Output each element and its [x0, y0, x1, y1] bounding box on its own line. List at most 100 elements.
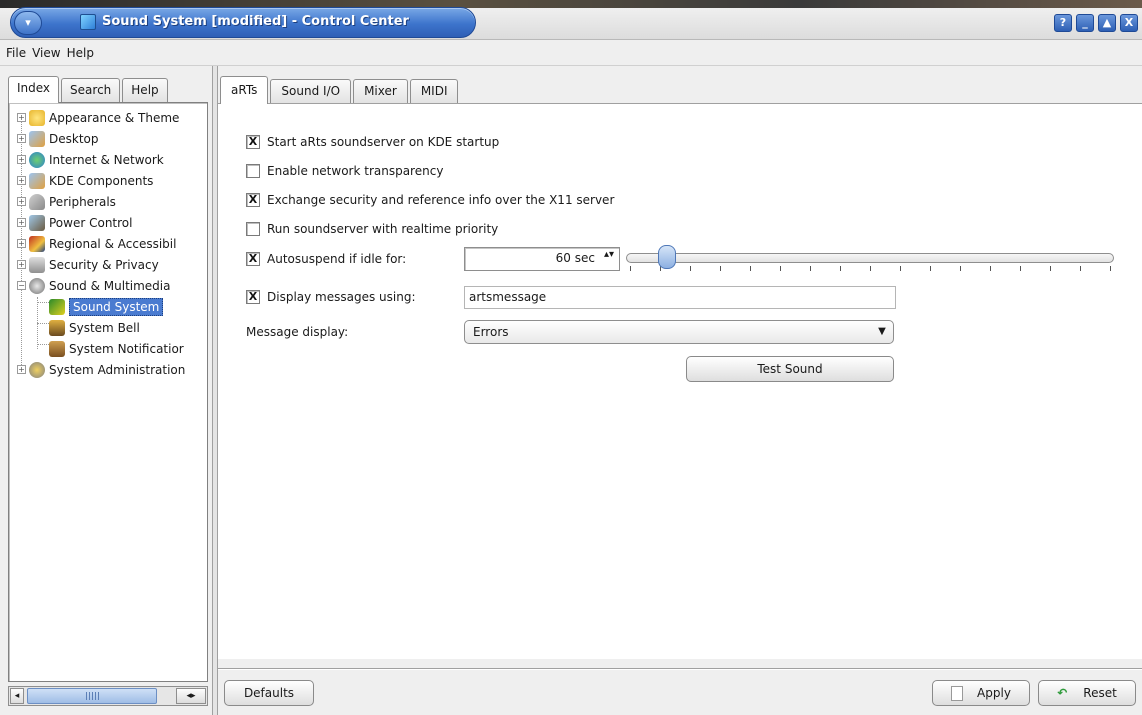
tab-index[interactable]: Index — [8, 76, 60, 103]
message-program-input[interactable]: artsmessage — [464, 286, 896, 309]
start-arts-checkbox[interactable]: X — [246, 135, 260, 149]
tab-help[interactable]: Help — [122, 78, 168, 102]
expand-icon[interactable]: + — [17, 239, 26, 248]
slider-tick — [1110, 266, 1111, 271]
autosuspend-label: Autosuspend if idle for: — [267, 252, 407, 266]
tree-item-peripherals[interactable]: + Peripherals — [17, 191, 207, 212]
module-tabs: aRTs Sound I/O Mixer MIDI — [220, 76, 460, 104]
test-sound-button[interactable]: Test Sound — [686, 356, 894, 382]
exchange-security-label: Exchange security and reference info ove… — [267, 193, 615, 207]
power-icon — [29, 214, 45, 231]
notification-icon — [49, 340, 65, 357]
expand-icon[interactable]: + — [17, 155, 26, 164]
tab-midi[interactable]: MIDI — [409, 79, 459, 103]
message-display-label: Message display: — [246, 325, 349, 339]
autosuspend-value: 60 sec — [555, 251, 595, 265]
scroll-left-button[interactable]: ◂ — [10, 688, 24, 704]
realtime-checkbox[interactable] — [246, 222, 260, 236]
tree-item-label: Appearance & Theme — [49, 110, 180, 125]
window-menu-button[interactable]: ▾ — [14, 11, 42, 35]
option-display-messages[interactable]: X Display messages using: — [246, 288, 416, 306]
appearance-icon — [29, 109, 45, 126]
option-start-arts[interactable]: X Start aRts soundserver on KDE startup — [246, 133, 499, 151]
slider-ticks — [630, 266, 1111, 271]
window-buttons: ? _ ▲ X — [1054, 14, 1138, 34]
expand-icon[interactable]: + — [17, 218, 26, 227]
apply-button[interactable]: Apply — [932, 680, 1030, 706]
expand-icon[interactable]: + — [17, 365, 26, 374]
navigation-tabs: Index Search Help — [8, 76, 170, 103]
option-network-transparency[interactable]: Enable network transparency — [246, 162, 443, 180]
expand-icon[interactable]: + — [17, 134, 26, 143]
help-button[interactable]: ? — [1054, 14, 1072, 32]
scroll-right-button[interactable]: ◂▸ — [176, 688, 206, 704]
tree-item-appearance[interactable]: + Appearance & Theme — [17, 107, 207, 128]
tab-sound-io[interactable]: Sound I/O — [270, 79, 352, 103]
slider-tick — [750, 266, 751, 271]
tree-item-label: Security & Privacy — [49, 257, 159, 272]
defaults-button[interactable]: Defaults — [224, 680, 314, 706]
tab-mixer[interactable]: Mixer — [353, 79, 408, 103]
display-messages-checkbox[interactable]: X — [246, 290, 260, 304]
tree-item-power-control[interactable]: + Power Control — [17, 212, 207, 233]
title-bar: ▾ Sound System [modified] - Control Cent… — [0, 0, 1142, 40]
horizontal-scrollbar[interactable]: ◂ ◂▸ — [8, 686, 208, 706]
realtime-label: Run soundserver with realtime priority — [267, 222, 499, 236]
grip-icon — [86, 692, 100, 700]
speaker-icon — [29, 277, 45, 294]
reset-label: Reset — [1083, 686, 1117, 700]
menu-view[interactable]: View — [32, 46, 66, 60]
close-button[interactable]: X — [1120, 14, 1138, 32]
tree-item-sound-multimedia[interactable]: − Sound & Multimedia — [17, 275, 207, 296]
tree-item-system-administration[interactable]: + System Administration — [17, 359, 207, 380]
tree-item-security-privacy[interactable]: + Security & Privacy — [17, 254, 207, 275]
tree-item-system-bell[interactable]: System Bell — [49, 317, 207, 338]
navigation-panel: Index Search Help + Appearance & Theme +… — [0, 66, 214, 715]
undo-icon: ↶ — [1057, 686, 1068, 700]
slider-tick — [1080, 266, 1081, 271]
module-tree[interactable]: + Appearance & Theme + Desktop + Interne… — [8, 102, 208, 682]
menu-help[interactable]: Help — [67, 46, 100, 60]
tree-item-desktop[interactable]: + Desktop — [17, 128, 207, 149]
message-display-value: Errors — [473, 325, 509, 339]
minimize-button[interactable]: _ — [1076, 14, 1094, 32]
expand-icon[interactable]: + — [17, 197, 26, 206]
tree-item-regional-accessibility[interactable]: + Regional & Accessibil — [17, 233, 207, 254]
module-panel: aRTs Sound I/O Mixer MIDI X Start aRts s… — [218, 66, 1142, 715]
message-display-select[interactable]: Errors ▼ — [464, 320, 894, 344]
tree-item-sound-system[interactable]: Sound System — [49, 296, 207, 317]
maximize-button[interactable]: ▲ — [1098, 14, 1116, 32]
network-transparency-checkbox[interactable] — [246, 164, 260, 178]
autosuspend-slider[interactable] — [626, 253, 1114, 263]
menu-file[interactable]: File — [6, 46, 32, 60]
slider-handle[interactable] — [658, 245, 676, 269]
tree-item-label: Sound System — [69, 297, 164, 316]
autosuspend-checkbox[interactable]: X — [246, 252, 260, 266]
sound-system-icon — [49, 298, 65, 315]
scroll-thumb[interactable] — [27, 688, 157, 704]
slider-tick — [930, 266, 931, 271]
autosuspend-spinbox[interactable]: 60 sec ▴▾ — [464, 247, 620, 271]
lock-icon — [29, 256, 45, 273]
bell-icon — [49, 319, 65, 336]
option-realtime-priority[interactable]: Run soundserver with realtime priority — [246, 220, 498, 238]
slider-tick — [990, 266, 991, 271]
tab-arts[interactable]: aRTs — [220, 76, 269, 104]
option-exchange-security[interactable]: X Exchange security and reference info o… — [246, 191, 614, 209]
tree-line — [37, 302, 49, 303]
expand-icon[interactable]: + — [17, 176, 26, 185]
expand-icon[interactable]: + — [17, 260, 26, 269]
tree-item-system-notifications[interactable]: System Notificatior — [49, 338, 207, 359]
collapse-icon[interactable]: − — [17, 281, 26, 290]
tree-item-kde-components[interactable]: + KDE Components — [17, 170, 207, 191]
window-title: Sound System [modified] - Control Center — [102, 14, 409, 29]
tree-item-internet-network[interactable]: + Internet & Network — [17, 149, 207, 170]
reset-button[interactable]: ↶ Reset — [1038, 680, 1136, 706]
expand-icon[interactable]: + — [17, 113, 26, 122]
spin-arrows-icon[interactable]: ▴▾ — [603, 250, 615, 260]
option-autosuspend[interactable]: X Autosuspend if idle for: — [246, 250, 406, 268]
flag-icon — [29, 235, 45, 252]
tab-search[interactable]: Search — [61, 78, 121, 102]
exchange-security-checkbox[interactable]: X — [246, 193, 260, 207]
tree-item-label: Regional & Accessibil — [49, 236, 177, 251]
